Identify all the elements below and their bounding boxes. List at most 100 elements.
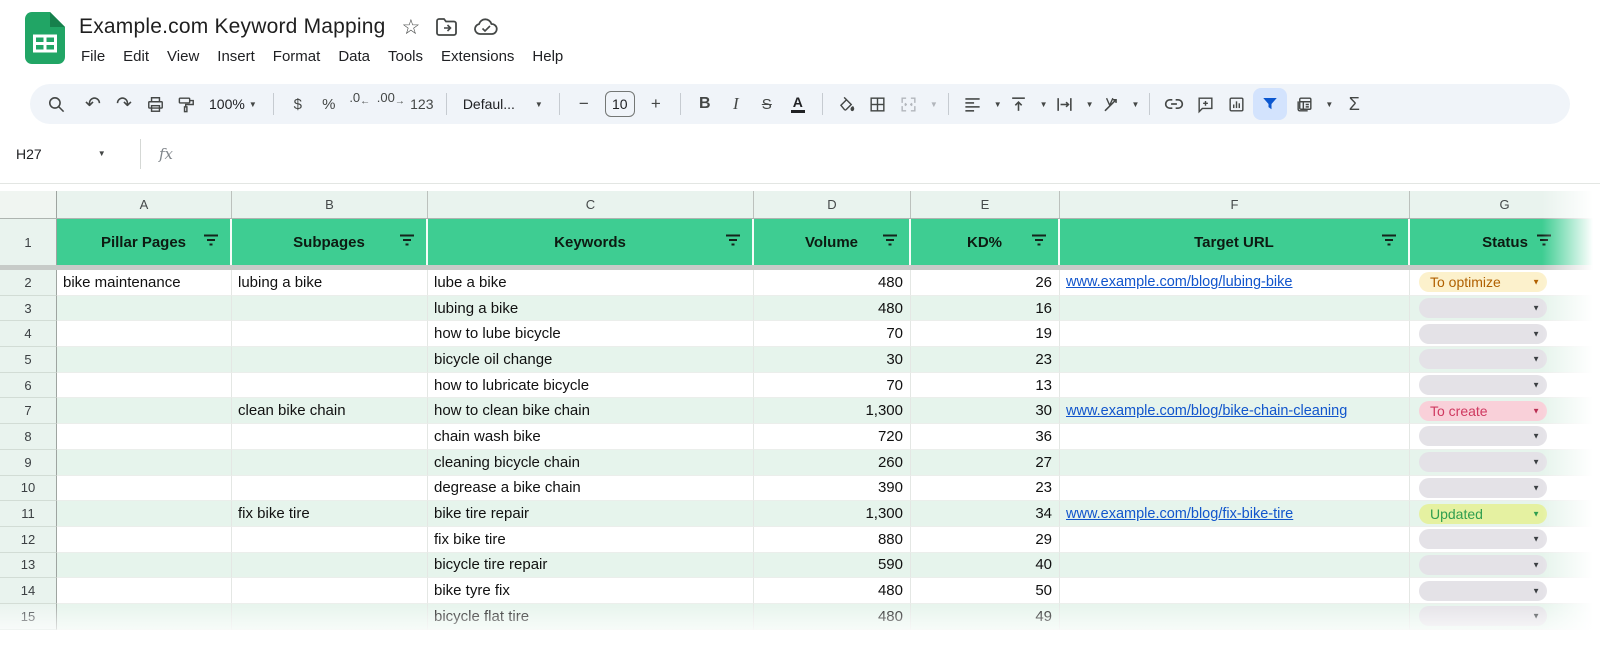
cell-subpage[interactable] [232, 450, 428, 476]
cell-status[interactable]: ▼ [1410, 553, 1600, 579]
strikethrough-button[interactable]: S [753, 90, 781, 118]
filter-views-icon[interactable] [1290, 90, 1318, 118]
cell-keyword[interactable]: lubing a bike [428, 296, 754, 322]
redo-icon[interactable]: ↷ [110, 90, 138, 118]
cell-keyword[interactable]: chain wash bike [428, 424, 754, 450]
cell-pillar-page[interactable] [57, 501, 232, 527]
fill-color-icon[interactable] [833, 90, 861, 118]
cell-status[interactable]: ▼ [1410, 578, 1600, 604]
status-dropdown-chip[interactable]: To optimize ▼ [1419, 272, 1547, 292]
cell-subpage[interactable] [232, 296, 428, 322]
status-dropdown-chip[interactable]: ▼ [1419, 529, 1547, 549]
increase-font-size-button[interactable]: + [642, 90, 670, 118]
row-number[interactable]: 4 [0, 321, 57, 347]
cell-keyword[interactable]: bicycle flat tire [428, 604, 754, 630]
cell-subpage[interactable] [232, 347, 428, 373]
undo-icon[interactable]: ↶ [79, 90, 107, 118]
header-cell-volume[interactable]: Volume [754, 219, 911, 265]
cell-keyword[interactable]: bike tire repair [428, 501, 754, 527]
cell-volume[interactable]: 390 [754, 476, 911, 502]
filter-icon[interactable] [725, 234, 741, 251]
cell-volume[interactable]: 70 [754, 321, 911, 347]
cell-volume[interactable]: 70 [754, 373, 911, 399]
row-number[interactable]: 10 [0, 476, 57, 502]
row-number[interactable]: 15 [0, 604, 57, 630]
row-number[interactable]: 1 [0, 219, 57, 265]
status-dropdown-chip[interactable]: Updated ▼ [1419, 504, 1547, 524]
cell-kd[interactable]: 23 [911, 476, 1060, 502]
cell-status[interactable]: ▼ [1410, 373, 1600, 399]
status-dropdown-chip[interactable]: ▼ [1419, 375, 1547, 395]
insert-chart-icon[interactable] [1222, 90, 1250, 118]
column-header-a[interactable]: A [57, 191, 232, 218]
cell-subpage[interactable] [232, 553, 428, 579]
cell-status[interactable]: ▼ [1410, 476, 1600, 502]
cell-volume[interactable]: 880 [754, 527, 911, 553]
font-name-selector[interactable]: Defaul... ▼ [457, 90, 549, 118]
status-dropdown-chip[interactable]: ▼ [1419, 452, 1547, 472]
cell-volume[interactable]: 480 [754, 604, 911, 630]
currency-format-button[interactable]: $ [284, 90, 312, 118]
cell-status[interactable]: ▼ [1410, 527, 1600, 553]
cell-subpage[interactable]: lubing a bike [232, 270, 428, 296]
cell-subpage[interactable] [232, 373, 428, 399]
cell-pillar-page[interactable] [57, 424, 232, 450]
cell-target-url[interactable] [1060, 450, 1410, 476]
functions-button[interactable]: Σ [1340, 90, 1368, 118]
menu-view[interactable]: View [158, 46, 208, 67]
cell-pillar-page[interactable]: bike maintenance [57, 270, 232, 296]
decrease-decimal-button[interactable]: .0← [346, 90, 374, 118]
header-cell-subpages[interactable]: Subpages [232, 219, 428, 265]
menu-extensions[interactable]: Extensions [432, 46, 523, 67]
status-dropdown-chip[interactable]: To create ▼ [1419, 401, 1547, 421]
status-dropdown-chip[interactable]: ▼ [1419, 555, 1547, 575]
column-header-c[interactable]: C [428, 191, 754, 218]
decrease-font-size-button[interactable]: − [570, 90, 598, 118]
cell-pillar-page[interactable] [57, 398, 232, 424]
row-number[interactable]: 6 [0, 373, 57, 399]
cell-kd[interactable]: 26 [911, 270, 1060, 296]
row-number[interactable]: 5 [0, 347, 57, 373]
vertical-align-icon[interactable] [1005, 90, 1033, 118]
cell-kd[interactable]: 13 [911, 373, 1060, 399]
cell-kd[interactable]: 16 [911, 296, 1060, 322]
menu-format[interactable]: Format [264, 46, 330, 67]
menu-tools[interactable]: Tools [379, 46, 432, 67]
column-header-g[interactable]: G [1410, 191, 1600, 218]
row-number[interactable]: 2 [0, 270, 57, 296]
cell-volume[interactable]: 480 [754, 270, 911, 296]
column-header-b[interactable]: B [232, 191, 428, 218]
horizontal-align-icon[interactable] [959, 90, 987, 118]
filter-icon[interactable] [1536, 234, 1552, 251]
cell-status[interactable]: ▼ [1410, 347, 1600, 373]
status-dropdown-chip[interactable]: ▼ [1419, 606, 1547, 626]
cell-kd[interactable]: 27 [911, 450, 1060, 476]
status-dropdown-chip[interactable]: ▼ [1419, 581, 1547, 601]
name-box[interactable]: H27 ▼ [16, 146, 126, 162]
cell-target-url[interactable] [1060, 527, 1410, 553]
filter-icon[interactable] [203, 234, 219, 251]
create-filter-icon[interactable] [1253, 88, 1287, 120]
row-number[interactable]: 13 [0, 553, 57, 579]
filter-icon[interactable] [1031, 234, 1047, 251]
cell-target-url[interactable] [1060, 321, 1410, 347]
cell-volume[interactable]: 30 [754, 347, 911, 373]
cell-target-url[interactable] [1060, 476, 1410, 502]
cell-target-url[interactable] [1060, 604, 1410, 630]
menu-edit[interactable]: Edit [114, 46, 158, 67]
cell-pillar-page[interactable] [57, 527, 232, 553]
cell-kd[interactable]: 30 [911, 398, 1060, 424]
row-number[interactable]: 9 [0, 450, 57, 476]
menu-file[interactable]: File [79, 46, 114, 67]
document-title[interactable]: Example.com Keyword Mapping [79, 15, 386, 39]
column-header-f[interactable]: F [1060, 191, 1410, 218]
cell-pillar-page[interactable] [57, 578, 232, 604]
header-cell-pillar-pages[interactable]: Pillar Pages [57, 219, 232, 265]
row-number[interactable]: 11 [0, 501, 57, 527]
cell-pillar-page[interactable] [57, 604, 232, 630]
move-to-folder-icon[interactable] [436, 18, 458, 36]
text-wrapping-icon[interactable] [1051, 90, 1079, 118]
filter-icon[interactable] [882, 234, 898, 251]
cell-subpage[interactable]: clean bike chain [232, 398, 428, 424]
cell-target-url[interactable] [1060, 296, 1410, 322]
